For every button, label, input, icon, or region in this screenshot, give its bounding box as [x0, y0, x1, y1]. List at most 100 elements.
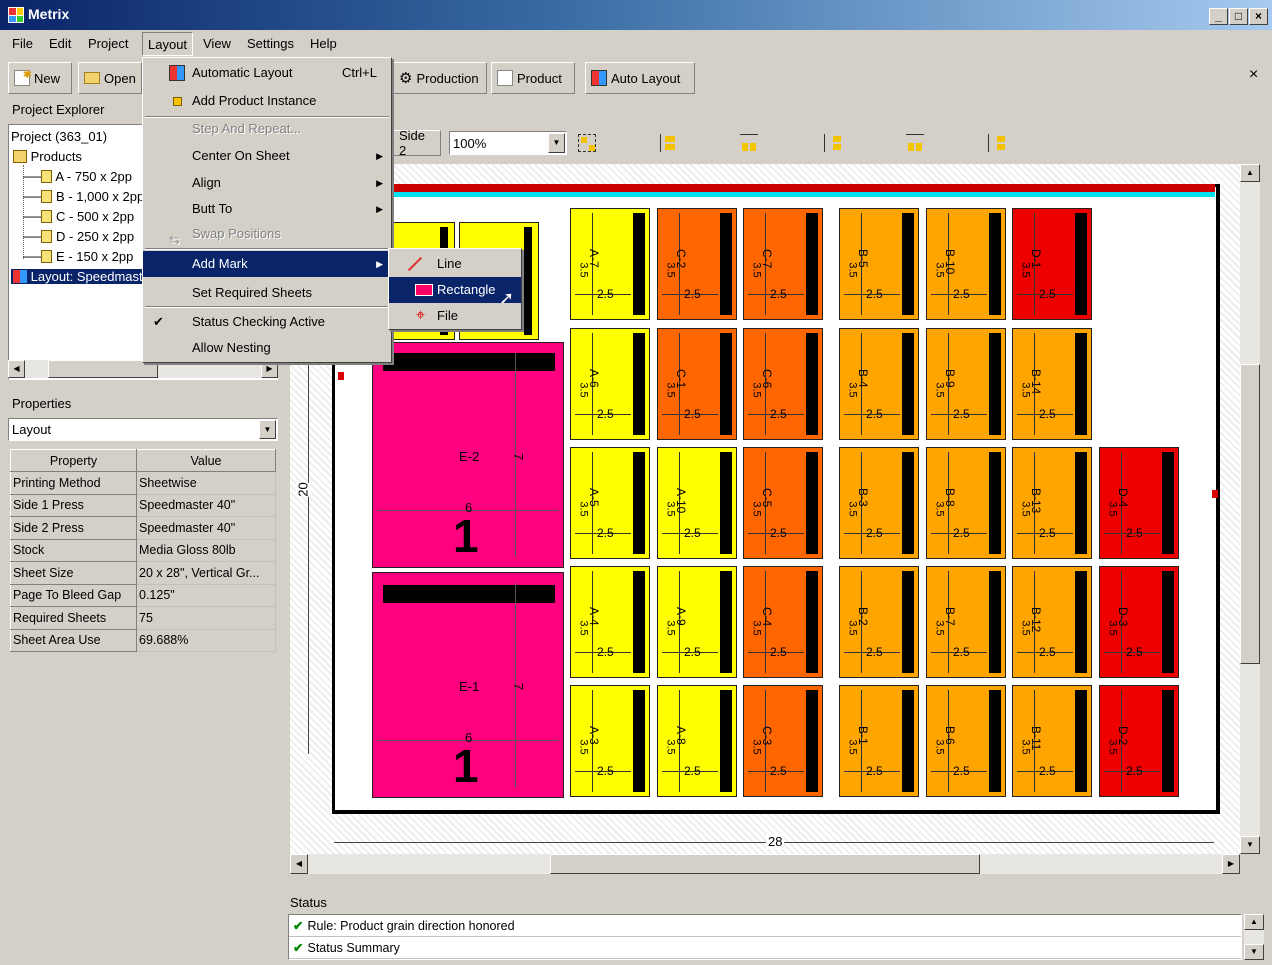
- tree-item-b[interactable]: ── B - 1,000 x 2pp: [23, 189, 144, 204]
- product-button[interactable]: Product: [491, 62, 575, 94]
- menu-item-rectangle[interactable]: Rectangle ➚: [389, 277, 521, 308]
- menu-edit[interactable]: Edit: [49, 36, 71, 51]
- canvas-horizontal-scrollbar[interactable]: ◀ ▶: [290, 854, 1240, 874]
- scroll-down-icon[interactable]: ▼: [1240, 836, 1260, 854]
- table-row[interactable]: Required Sheets 75: [10, 606, 276, 630]
- product-tile[interactable]: C-6 3.5 2.5: [743, 328, 823, 440]
- property-value[interactable]: 69.688%: [136, 628, 276, 652]
- menu-item-add-product-instance[interactable]: Add Product Instance: [143, 88, 391, 114]
- align-left-icon[interactable]: [578, 134, 596, 152]
- big-tile-e2[interactable]: E-2 7 6 1: [372, 342, 564, 568]
- product-tile[interactable]: B-10 3.5 2.5: [926, 208, 1006, 320]
- canvas-vertical-scrollbar[interactable]: ▲ ▼: [1240, 164, 1260, 854]
- product-tile[interactable]: D-1 3.5 2.5: [1012, 208, 1092, 320]
- product-tile[interactable]: B-11 3.5 2.5: [1012, 685, 1092, 797]
- menu-settings[interactable]: Settings: [247, 36, 294, 51]
- product-tile[interactable]: B-14 3.5 2.5: [1012, 328, 1092, 440]
- table-row[interactable]: Sheet Size 20 x 28", Vertical Gr...: [10, 561, 276, 585]
- distribute-horizontal-icon[interactable]: [906, 134, 924, 152]
- product-tile[interactable]: D-3 3.5 2.5: [1099, 566, 1179, 678]
- property-value[interactable]: Sheetwise: [136, 471, 276, 495]
- menu-project[interactable]: Project: [88, 36, 128, 51]
- table-row[interactable]: Sheet Area Use 69.688%: [10, 628, 276, 652]
- product-tile[interactable]: D-4 3.5 2.5: [1099, 447, 1179, 559]
- property-value[interactable]: Media Gloss 80lb: [136, 538, 276, 562]
- table-row[interactable]: Page To Bleed Gap 0.125": [10, 583, 276, 607]
- product-tile[interactable]: B-9 3.5 2.5: [926, 328, 1006, 440]
- dropdown-arrow-icon[interactable]: ▼: [259, 420, 276, 439]
- product-tile[interactable]: C-4 3.5 2.5: [743, 566, 823, 678]
- menu-item-automatic-layout[interactable]: Automatic Layout Ctrl+L: [143, 60, 391, 86]
- product-tile[interactable]: B-2 3.5 2.5: [839, 566, 919, 678]
- tree-layout[interactable]: Layout: Speedmaster: [11, 269, 157, 284]
- menu-item-file[interactable]: ⌖ File: [389, 303, 521, 329]
- product-tile[interactable]: B-12 3.5 2.5: [1012, 566, 1092, 678]
- dropdown-arrow-icon[interactable]: ▼: [548, 133, 565, 153]
- tree-item-d[interactable]: ── D - 250 x 2pp: [23, 229, 134, 244]
- product-tile[interactable]: C-5 3.5 2.5: [743, 447, 823, 559]
- property-value[interactable]: 75: [136, 606, 276, 630]
- tree-products[interactable]: Products: [13, 149, 82, 164]
- menu-item-butt-to[interactable]: Butt To ▶: [143, 196, 391, 222]
- open-button[interactable]: Open: [78, 62, 142, 94]
- menu-item-align[interactable]: Align ▶: [143, 170, 391, 196]
- product-tile[interactable]: C-7 3.5 2.5: [743, 208, 823, 320]
- property-value[interactable]: 20 x 28", Vertical Gr...: [136, 561, 276, 585]
- maximize-button[interactable]: □: [1229, 8, 1248, 25]
- product-tile[interactable]: B-8 3.5 2.5: [926, 447, 1006, 559]
- product-tile[interactable]: A-7 3.5 2.5: [570, 208, 650, 320]
- menu-layout[interactable]: Layout: [142, 32, 194, 56]
- menu-item-add-mark[interactable]: Add Mark ▶: [143, 251, 391, 277]
- zoom-select[interactable]: 100% ▼: [449, 131, 567, 155]
- production-button[interactable]: ⚙ Production: [393, 62, 487, 94]
- distribute-vertical-icon[interactable]: [988, 134, 1006, 152]
- product-tile[interactable]: A-4 3.5 2.5: [570, 566, 650, 678]
- auto-layout-button[interactable]: Auto Layout: [585, 62, 695, 94]
- product-tile[interactable]: B-4 3.5 2.5: [839, 328, 919, 440]
- property-value[interactable]: Speedmaster 40": [136, 493, 276, 517]
- product-tile[interactable]: D-2 3.5 2.5: [1099, 685, 1179, 797]
- align-top-icon[interactable]: [740, 134, 758, 152]
- menu-file[interactable]: File: [12, 36, 33, 51]
- menu-help[interactable]: Help: [310, 36, 337, 51]
- scroll-thumb[interactable]: [550, 854, 980, 874]
- product-tile[interactable]: A-6 3.5 2.5: [570, 328, 650, 440]
- align-middle-icon[interactable]: [824, 134, 842, 152]
- product-tile[interactable]: A-9 3.5 2.5: [657, 566, 737, 678]
- side2-button[interactable]: Side 2: [393, 128, 441, 158]
- product-tile[interactable]: A-8 3.5 2.5: [657, 685, 737, 797]
- scroll-down-icon[interactable]: ▼: [1244, 944, 1264, 960]
- menu-item-status-checking-active[interactable]: ✔ Status Checking Active: [143, 309, 391, 335]
- menu-item-set-required-sheets[interactable]: Set Required Sheets: [143, 280, 391, 306]
- product-tile[interactable]: C-2 3.5 2.5: [657, 208, 737, 320]
- align-center-icon[interactable]: [660, 134, 678, 152]
- big-tile-e1[interactable]: E-1 7 6 1: [372, 572, 564, 798]
- properties-selector[interactable]: Layout ▼: [8, 418, 278, 441]
- tree-item-c[interactable]: ── C - 500 x 2pp: [23, 209, 134, 224]
- scroll-thumb[interactable]: [1240, 364, 1260, 664]
- product-tile[interactable]: B-13 3.5 2.5: [1012, 447, 1092, 559]
- scroll-left-icon[interactable]: ◀: [290, 854, 308, 874]
- product-tile[interactable]: A-10 3.5 2.5: [657, 447, 737, 559]
- product-tile[interactable]: C-1 3.5 2.5: [657, 328, 737, 440]
- scroll-up-icon[interactable]: ▲: [1244, 914, 1264, 930]
- minimize-button[interactable]: _: [1209, 8, 1228, 25]
- table-row[interactable]: Printing Method Sheetwise: [10, 471, 276, 495]
- product-tile[interactable]: B-7 3.5 2.5: [926, 566, 1006, 678]
- new-button[interactable]: ✱ New: [8, 62, 72, 94]
- table-row[interactable]: Stock Media Gloss 80lb: [10, 538, 276, 562]
- close-window-button[interactable]: ×: [1249, 8, 1268, 25]
- product-tile[interactable]: B-6 3.5 2.5: [926, 685, 1006, 797]
- menu-item-allow-nesting[interactable]: Allow Nesting: [143, 335, 391, 361]
- tree-item-e[interactable]: ── E - 150 x 2pp: [23, 249, 133, 264]
- product-tile[interactable]: C-3 3.5 2.5: [743, 685, 823, 797]
- tree-item-a[interactable]: ── A - 750 x 2pp: [23, 169, 132, 184]
- product-tile[interactable]: B-1 3.5 2.5: [839, 685, 919, 797]
- property-value[interactable]: Speedmaster 40": [136, 516, 276, 540]
- scroll-left-icon[interactable]: ◀: [8, 360, 25, 378]
- close-document-icon[interactable]: ×: [1249, 66, 1258, 84]
- product-tile[interactable]: A-5 3.5 2.5: [570, 447, 650, 559]
- product-tile[interactable]: A-3 3.5 2.5: [570, 685, 650, 797]
- menu-item-center-on-sheet[interactable]: Center On Sheet ▶: [143, 143, 391, 169]
- scroll-right-icon[interactable]: ▶: [1222, 854, 1240, 874]
